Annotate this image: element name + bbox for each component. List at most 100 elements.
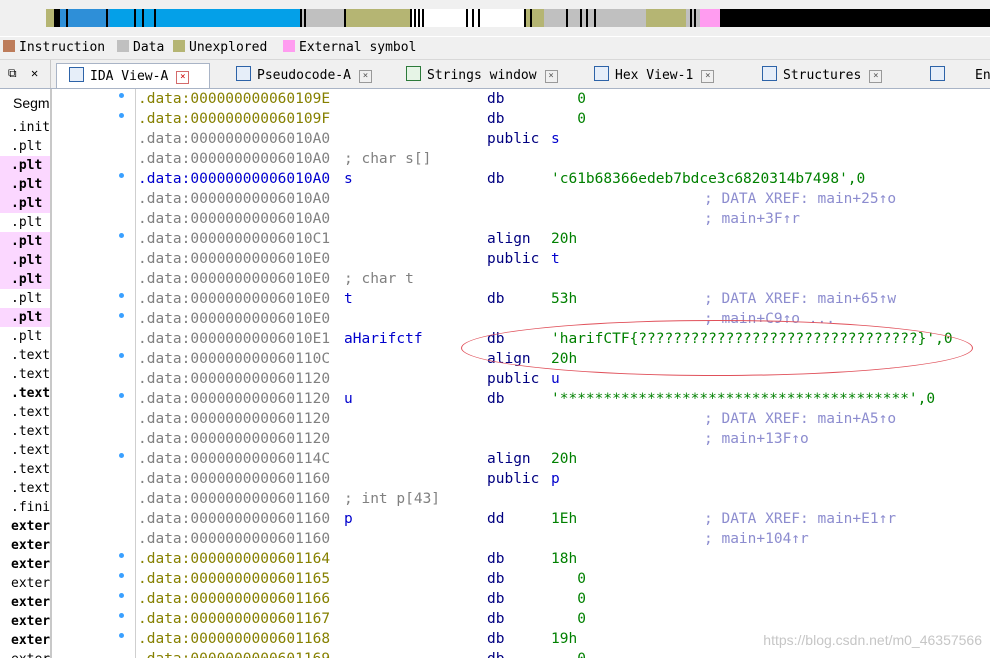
xref-comment[interactable]: ; DATA XREF: main+65↑w <box>704 289 896 309</box>
operand[interactable]: 20h <box>551 229 577 249</box>
operand[interactable]: 0 <box>551 569 586 589</box>
tab-strings-window[interactable]: Strings window × <box>394 63 568 88</box>
operand[interactable]: 0 <box>551 89 586 109</box>
listing-line[interactable]: .data:0000000000601169 db 0 <box>136 649 990 658</box>
mnemonic[interactable]: db <box>487 629 504 649</box>
segment-row[interactable]: exter <box>0 536 50 555</box>
line-address[interactable]: .data:0000000000601169 <box>138 649 330 658</box>
type-comment[interactable]: ; char t <box>344 269 414 289</box>
operand[interactable]: 0 <box>551 609 586 629</box>
segment-row[interactable]: .text <box>0 365 50 384</box>
mnemonic[interactable]: db <box>487 109 504 129</box>
close-icon[interactable]: × <box>358 70 372 83</box>
operand[interactable]: 'c61b68366edeb7bdce3c6820314b7498',0 <box>551 169 865 189</box>
segment-row[interactable]: .text <box>0 460 50 479</box>
listing-line[interactable]: .data:000000000060110C align 20h <box>136 349 990 369</box>
listing-line[interactable]: .data:00000000006010A0 s db 'c61b68366edeb7… <box>136 169 990 189</box>
segment-row[interactable]: .plt <box>0 213 50 232</box>
breakpoint-dot-icon[interactable] <box>119 173 124 178</box>
mnemonic[interactable]: public <box>487 469 539 489</box>
operand[interactable]: t <box>551 249 560 269</box>
mnemonic[interactable]: public <box>487 369 539 389</box>
listing-line[interactable]: .data:0000000000601166 db 0 <box>136 589 990 609</box>
line-address[interactable]: .data:0000000000601164 <box>138 549 330 569</box>
listing-line[interactable]: .data:0000000000601167 db 0 <box>136 609 990 629</box>
mnemonic[interactable]: db <box>487 569 504 589</box>
listing-line[interactable]: .data:00000000006010E0 public t <box>136 249 990 269</box>
navigation-band-bar[interactable] <box>46 9 990 27</box>
listing-line[interactable]: .data:00000000006010A0 ; main+3F↑r <box>136 209 990 229</box>
xref-comment[interactable]: ; DATA XREF: main+E1↑r <box>704 509 896 529</box>
symbol-label[interactable]: aHarifctf <box>344 329 423 349</box>
line-address[interactable]: .data:0000000000601160 <box>138 469 330 489</box>
breakpoint-dot-icon[interactable] <box>119 453 124 458</box>
xref-comment[interactable]: ; main+13F↑o <box>704 429 809 449</box>
line-address[interactable]: .data:00000000006010A0 <box>138 169 330 189</box>
symbol-label[interactable]: s <box>344 169 353 189</box>
mnemonic[interactable]: dd <box>487 509 504 529</box>
operand[interactable]: 20h <box>551 449 577 469</box>
line-address[interactable]: .data:0000000000601120 <box>138 409 330 429</box>
xref-comment[interactable]: ; DATA XREF: main+25↑o <box>704 189 896 209</box>
segment-row[interactable]: .init <box>0 118 50 137</box>
mnemonic[interactable]: db <box>487 589 504 609</box>
segment-row[interactable]: .plt <box>0 137 50 156</box>
line-address[interactable]: .data:00000000006010A0 <box>138 189 330 209</box>
listing-line[interactable]: .data:0000000000601120 u db '**************… <box>136 389 990 409</box>
line-address[interactable]: .data:0000000000601120 <box>138 369 330 389</box>
breakpoint-dot-icon[interactable] <box>119 573 124 578</box>
operand[interactable]: 19h <box>551 629 577 649</box>
tab-hex-view-1[interactable]: Hex View-1 × <box>582 63 746 88</box>
line-address[interactable]: .data:0000000000601160 <box>138 489 330 509</box>
segment-row[interactable]: .plt <box>0 175 50 194</box>
line-address[interactable]: .data:0000000000601160 <box>138 529 330 549</box>
listing-line[interactable]: .data:00000000006010A0 ; DATA XREF: main+… <box>136 189 990 209</box>
close-icon[interactable]: × <box>176 71 190 84</box>
operand[interactable]: 0 <box>551 109 586 129</box>
operand[interactable]: 53h <box>551 289 577 309</box>
listing-line[interactable]: .data:00000000006010A0 public s <box>136 129 990 149</box>
symbol-label[interactable]: p <box>344 509 353 529</box>
operand[interactable]: 0 <box>551 589 586 609</box>
segment-row[interactable]: exter <box>0 631 50 650</box>
segment-row[interactable]: .text <box>0 479 50 498</box>
listing-line[interactable]: .data:0000000000601120 public u <box>136 369 990 389</box>
listing-line[interactable]: .data:0000000000601164 db 18h <box>136 549 990 569</box>
segment-row[interactable]: .plt <box>0 232 50 251</box>
xref-comment[interactable]: ; main+C9↑o ... <box>704 309 835 329</box>
listing-line[interactable]: .data:0000000000601160 ; main+104↑r <box>136 529 990 549</box>
line-address[interactable]: .data:00000000006010E0 <box>138 269 330 289</box>
operand[interactable]: 1Eh <box>551 509 577 529</box>
operand[interactable]: u <box>551 369 560 389</box>
tab-ida-view-a[interactable]: IDA View-A × <box>56 63 210 88</box>
segment-row[interactable]: .text <box>0 384 50 403</box>
line-address[interactable]: .data:0000000000601160 <box>138 509 330 529</box>
segment-row[interactable]: .plt <box>0 251 50 270</box>
listing-line[interactable]: .data:00000000006010A0 ; char s[] <box>136 149 990 169</box>
breakpoint-dot-icon[interactable] <box>119 553 124 558</box>
breakpoint-dot-icon[interactable] <box>119 313 124 318</box>
line-address[interactable]: .data:00000000006010A0 <box>138 209 330 229</box>
listing-line[interactable]: .data:0000000000601160 p dd 1Eh ; DATA XREF:… <box>136 509 990 529</box>
mnemonic[interactable]: db <box>487 649 504 658</box>
float-panel-icon[interactable]: ⧉ <box>8 66 17 81</box>
breakpoint-dot-icon[interactable] <box>119 613 124 618</box>
listing-line[interactable]: .data:00000000006010E0 t db 53h ; DATA XREF:… <box>136 289 990 309</box>
segment-row[interactable]: .plt <box>0 156 50 175</box>
mnemonic[interactable]: db <box>487 169 504 189</box>
listing-line[interactable]: .data:0000000000601120 ; main+13F↑o <box>136 429 990 449</box>
xref-comment[interactable]: ; main+104↑r <box>704 529 809 549</box>
listing-line[interactable]: .data:0000000000601165 db 0 <box>136 569 990 589</box>
operand[interactable]: '***************************************… <box>551 389 935 409</box>
operand[interactable]: 18h <box>551 549 577 569</box>
breakpoint-dot-icon[interactable] <box>119 93 124 98</box>
tab-pseudocode-a[interactable]: Pseudocode-A × <box>224 63 380 88</box>
breakpoint-dot-icon[interactable] <box>119 393 124 398</box>
breakpoint-dot-icon[interactable] <box>119 633 124 638</box>
mnemonic[interactable]: db <box>487 389 504 409</box>
line-address[interactable]: .data:000000000060110C <box>138 349 330 369</box>
breakpoint-dot-icon[interactable] <box>119 113 124 118</box>
line-address[interactable]: .data:0000000000601168 <box>138 629 330 649</box>
line-address[interactable]: .data:0000000000601120 <box>138 389 330 409</box>
listing-line[interactable]: .data:000000000060114C align 20h <box>136 449 990 469</box>
